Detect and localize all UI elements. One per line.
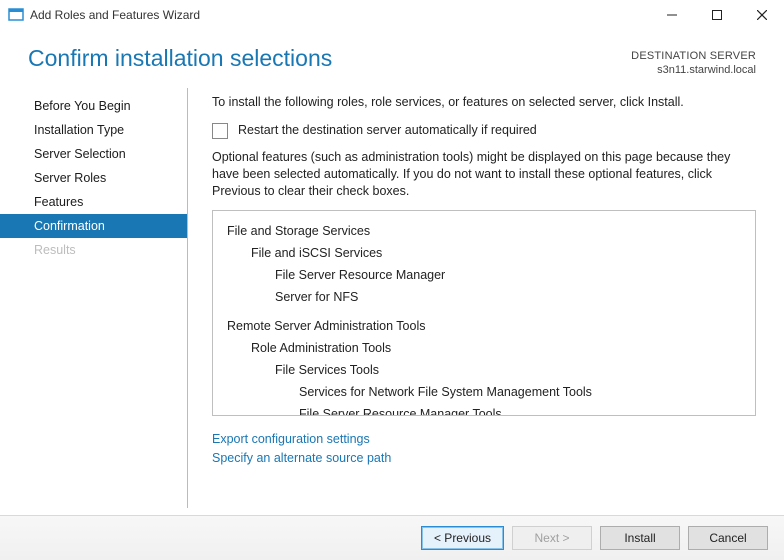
wizard-sidebar: Before You BeginInstallation TypeServer … xyxy=(0,88,188,508)
install-button[interactable]: Install xyxy=(600,526,680,550)
close-button[interactable] xyxy=(739,0,784,30)
intro-text: To install the following roles, role ser… xyxy=(212,94,756,111)
destination-value: s3n11.starwind.local xyxy=(631,63,756,77)
restart-checkbox[interactable] xyxy=(212,123,228,139)
footer-bar: < Previous Next > Install Cancel xyxy=(0,515,784,560)
sidebar-item-server-selection[interactable]: Server Selection xyxy=(0,142,187,166)
restart-checkbox-label: Restart the destination server automatic… xyxy=(238,122,537,139)
window-controls xyxy=(649,0,784,30)
feature-tree-item: File and Storage Services xyxy=(227,221,741,243)
page-title: Confirm installation selections xyxy=(28,45,631,72)
feature-tree-item: File Server Resource Manager Tools xyxy=(299,404,741,416)
feature-tree-item: File Server Resource Manager xyxy=(275,265,741,287)
sidebar-item-installation-type[interactable]: Installation Type xyxy=(0,118,187,142)
restart-row: Restart the destination server automatic… xyxy=(212,122,756,139)
alternate-source-link[interactable]: Specify an alternate source path xyxy=(212,449,756,468)
feature-tree-item: File Services Tools xyxy=(275,360,741,382)
feature-tree-item: Server for NFS xyxy=(275,287,741,309)
sidebar-item-confirmation[interactable]: Confirmation xyxy=(0,214,187,238)
optional-features-note: Optional features (such as administratio… xyxy=(212,149,756,200)
title-bar: Add Roles and Features Wizard xyxy=(0,0,784,30)
feature-tree-item: File and iSCSI Services xyxy=(251,243,741,265)
export-config-link[interactable]: Export configuration settings xyxy=(212,430,756,449)
content-panel: To install the following roles, role ser… xyxy=(198,88,774,508)
feature-tree-item: Remote Server Administration Tools xyxy=(227,316,741,338)
window-title: Add Roles and Features Wizard xyxy=(30,8,200,22)
minimize-button[interactable] xyxy=(649,0,694,30)
feature-selection-box: File and Storage ServicesFile and iSCSI … xyxy=(212,210,756,416)
header: Confirm installation selections DESTINAT… xyxy=(0,30,784,88)
destination-label: DESTINATION SERVER xyxy=(631,49,756,63)
sidebar-item-results: Results xyxy=(0,238,187,262)
destination-info: DESTINATION SERVER s3n11.starwind.local xyxy=(631,45,756,78)
app-icon xyxy=(8,7,24,23)
previous-button[interactable]: < Previous xyxy=(421,526,504,550)
maximize-button[interactable] xyxy=(694,0,739,30)
feature-tree-item: Services for Network File System Managem… xyxy=(299,382,741,404)
sidebar-item-before-you-begin[interactable]: Before You Begin xyxy=(0,94,187,118)
sidebar-item-server-roles[interactable]: Server Roles xyxy=(0,166,187,190)
feature-tree-item: Role Administration Tools xyxy=(251,338,741,360)
cancel-button[interactable]: Cancel xyxy=(688,526,768,550)
sidebar-item-features[interactable]: Features xyxy=(0,190,187,214)
next-button: Next > xyxy=(512,526,592,550)
